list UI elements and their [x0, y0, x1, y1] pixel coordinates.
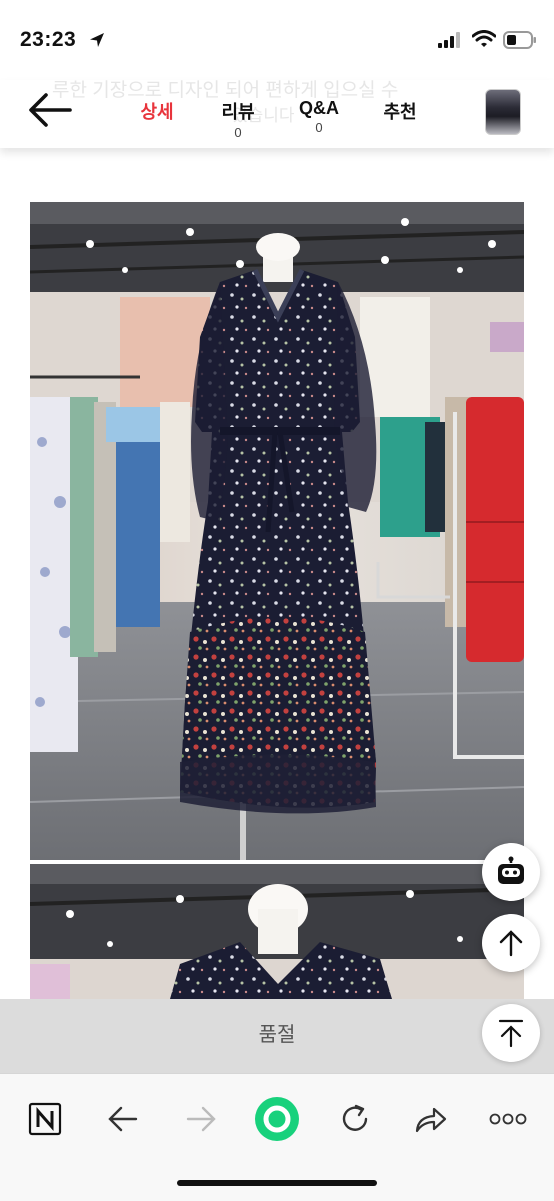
wifi-icon — [472, 30, 496, 47]
share-button[interactable] — [408, 1096, 454, 1142]
tab-count: 0 — [315, 120, 323, 135]
product-thumbnail[interactable] — [485, 89, 521, 135]
arrow-right-icon — [186, 1106, 216, 1132]
tab-qna[interactable]: Q&A 0 — [295, 98, 343, 135]
tab-label: 추천 — [383, 102, 417, 122]
cellular-signal-icon — [438, 32, 460, 48]
arrow-up-icon — [499, 930, 523, 957]
tab-label: 리뷰 — [221, 102, 255, 122]
arrow-up-to-line-icon — [498, 1019, 524, 1048]
chatbot-button[interactable] — [482, 843, 540, 901]
tab-review[interactable]: 리뷰 0 — [217, 98, 259, 140]
refresh-button[interactable] — [332, 1096, 378, 1142]
naver-home-button[interactable] — [22, 1096, 68, 1142]
tab-label: Q&A — [299, 98, 339, 118]
share-arrow-icon — [415, 1107, 447, 1133]
battery-icon — [503, 31, 536, 49]
more-dots-icon — [489, 1113, 527, 1125]
scroll-top-button[interactable] — [482, 914, 540, 972]
home-indicator — [177, 1180, 377, 1186]
green-dot-icon — [255, 1097, 299, 1141]
product-tab-bar: 루한 기장으로 디자인 되어 편하게 입으실 수 있습니다 상세 리뷰 0 Q&… — [0, 80, 554, 148]
refresh-icon — [342, 1104, 368, 1131]
tab-label: 상세 — [140, 102, 174, 122]
product-photo-2 — [30, 864, 524, 999]
soldout-bar: 품절 — [0, 999, 554, 1073]
status-time: 23:23 — [20, 28, 77, 51]
tab-detail[interactable]: 상세 — [137, 98, 177, 124]
back-arrow-icon[interactable] — [26, 90, 74, 130]
naver-n-icon — [28, 1102, 62, 1136]
chatbot-icon — [498, 856, 524, 884]
soldout-label: 품절 — [258, 1024, 296, 1046]
forward-button[interactable] — [178, 1096, 224, 1142]
product-photo — [30, 202, 524, 860]
more-button[interactable] — [485, 1096, 531, 1142]
tab-count: 0 — [234, 125, 242, 140]
product-photo-image — [30, 202, 524, 860]
product-photo-image — [30, 864, 524, 999]
location-arrow-icon — [90, 33, 104, 47]
scroll-top-button-2[interactable] — [482, 1004, 540, 1062]
green-dot-button[interactable] — [254, 1096, 300, 1142]
arrow-left-icon — [108, 1106, 138, 1132]
status-bar: 23:23 — [0, 0, 554, 80]
back-button[interactable] — [100, 1096, 146, 1142]
tab-recommend[interactable]: 추천 — [380, 98, 420, 124]
